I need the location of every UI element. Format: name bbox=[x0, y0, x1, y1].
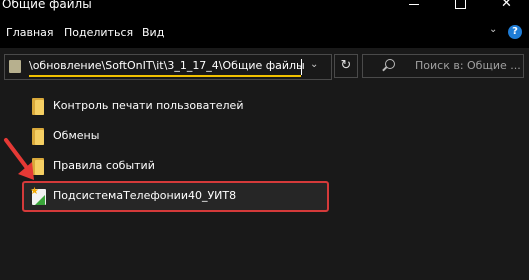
address-path[interactable]: \обновление\SoftOnIT\it\3_1_17_4\Общие ф… bbox=[29, 59, 305, 72]
tab-share[interactable]: Поделиться bbox=[64, 26, 133, 39]
folder-icon bbox=[9, 60, 21, 73]
item-label: Обмены bbox=[53, 129, 100, 142]
help-icon[interactable]: ? bbox=[508, 25, 522, 39]
ribbon-tabs: Главная Поделиться Вид ⌄ ? bbox=[0, 18, 529, 48]
address-row: \обновление\SoftOnIT\it\3_1_17_4\Общие ф… bbox=[0, 48, 529, 84]
window-title: Общие файлы bbox=[2, 0, 92, 11]
tab-view[interactable]: Вид bbox=[142, 26, 164, 39]
folder-icon bbox=[30, 98, 44, 115]
refresh-button[interactable]: ↻ bbox=[334, 54, 358, 78]
list-item[interactable]: Контроль печати пользователей bbox=[26, 94, 326, 120]
expand-ribbon-icon[interactable]: ⌄ bbox=[489, 24, 497, 35]
search-input[interactable]: Поиск в: Общие ... bbox=[362, 54, 524, 78]
file-list: Контроль печати пользователей Обмены Пра… bbox=[0, 84, 529, 280]
item-label: Правила событий bbox=[53, 159, 155, 172]
list-item[interactable]: Правила событий bbox=[26, 154, 326, 180]
chevron-down-icon[interactable]: ⌄ bbox=[310, 59, 318, 70]
item-label: Контроль печати пользователей bbox=[53, 99, 244, 112]
list-item[interactable]: ★ ПодсистемаТелефонии40_УИТ8 bbox=[26, 184, 326, 210]
minimize-button[interactable] bbox=[390, 0, 436, 18]
close-button[interactable]: ✕ bbox=[482, 0, 528, 18]
list-item[interactable]: Обмены bbox=[26, 124, 326, 150]
refresh-icon: ↻ bbox=[340, 58, 352, 73]
minimize-icon bbox=[409, 4, 419, 5]
text-caret bbox=[301, 59, 302, 75]
app-file-icon: ★ bbox=[30, 186, 48, 206]
address-highlight bbox=[29, 75, 301, 77]
red-arrow-icon bbox=[4, 138, 34, 180]
maximize-button[interactable] bbox=[436, 0, 482, 18]
close-icon: ✕ bbox=[501, 0, 512, 11]
search-icon bbox=[385, 59, 395, 69]
item-label: ПодсистемаТелефонии40_УИТ8 bbox=[53, 189, 237, 202]
address-bar[interactable]: \обновление\SoftOnIT\it\3_1_17_4\Общие ф… bbox=[4, 54, 332, 80]
search-placeholder: Поиск в: Общие ... bbox=[415, 59, 521, 72]
explorer-window: Общие файлы ✕ Главная Поделиться Вид ⌄ ?… bbox=[0, 0, 529, 280]
title-bar: Общие файлы ✕ bbox=[0, 0, 529, 18]
maximize-icon bbox=[455, 0, 466, 9]
tab-home[interactable]: Главная bbox=[6, 26, 54, 39]
